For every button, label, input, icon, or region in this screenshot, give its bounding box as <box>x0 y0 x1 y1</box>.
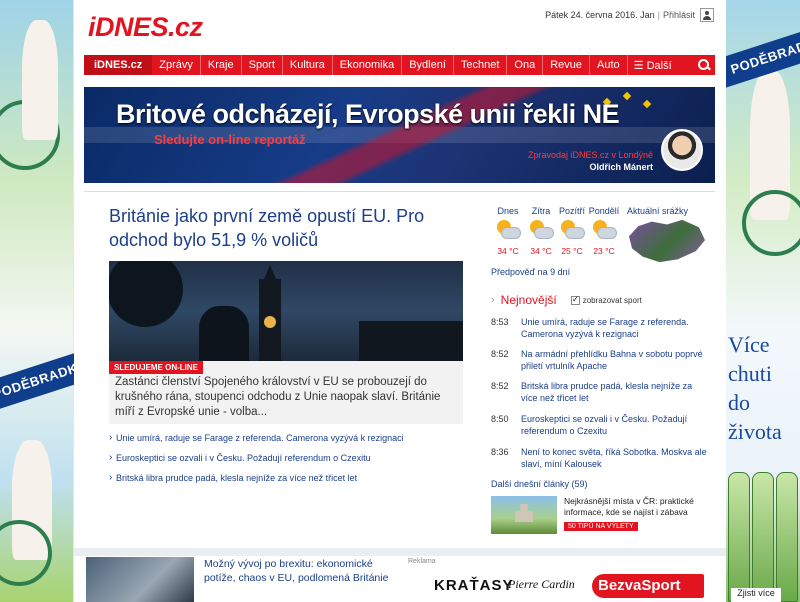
login-link[interactable]: Přihlásit <box>663 10 695 20</box>
hero-perex[interactable]: Zastánci členství Spojeného království v… <box>115 375 459 420</box>
nav-item-sport[interactable]: Sport <box>242 55 283 75</box>
bicycle-wheel-graphic <box>742 190 800 256</box>
weather-day-label: Zítra <box>531 206 551 216</box>
news-time: 8:36 <box>491 447 509 457</box>
nav-item-kultura[interactable]: Kultura <box>283 55 333 75</box>
castle-thumbnail <box>491 496 557 534</box>
statue-silhouette <box>199 306 249 361</box>
eu-star-icon <box>622 91 632 101</box>
news-time: 8:52 <box>491 381 509 391</box>
right-side-ad[interactable] <box>726 0 800 602</box>
user-bar: Pátek 24. června 2016. Jan | Přihlásit <box>545 8 714 22</box>
bottle-graphic <box>728 472 750 602</box>
clock-face <box>264 316 276 328</box>
nav-more-menu[interactable]: ☰ Další <box>628 59 672 72</box>
newest-title[interactable]: Nejnovější <box>501 293 557 307</box>
partly-cloudy-icon <box>528 220 554 242</box>
trees-silhouette <box>109 261 199 331</box>
nav-item-auto[interactable]: Auto <box>590 55 628 75</box>
bottom-headline[interactable]: Možný vývoj po brexitu: ekonomické potíž… <box>204 557 394 585</box>
nav-item-zpravy[interactable]: Zprávy <box>152 55 201 75</box>
reporter-name: Oldřich Mánert <box>589 162 653 172</box>
news-headline[interactable]: Na armádní přehlídku Bahna v sobotu popr… <box>521 348 711 372</box>
hero-photo <box>109 261 463 361</box>
nav-item-revue[interactable]: Revue <box>543 55 591 75</box>
news-headline[interactable]: Není to konec světa, říká Sobotka. Moskv… <box>521 446 711 470</box>
news-headline[interactable]: Unie umírá, raduje se Farage z referenda… <box>521 316 711 340</box>
nav-item-ona[interactable]: Ona <box>507 55 544 75</box>
chevron-right-icon: › <box>491 294 495 306</box>
show-sport-label: zobrazovat sport <box>582 295 642 305</box>
more-today-link[interactable]: Další dnešní články (59) <box>491 479 588 489</box>
parliament-silhouette <box>359 321 463 361</box>
news-headline[interactable]: Britská libra prudce padá, klesla nejníž… <box>521 380 711 404</box>
news-time: 8:52 <box>491 349 509 359</box>
related-link[interactable]: Euroskeptici se ozvali i v Česku. Požadu… <box>109 452 469 463</box>
related-link[interactable]: Britská libra prudce padá, klesla nejníž… <box>109 472 469 483</box>
rain-map[interactable] <box>629 219 705 263</box>
main-nav: iDNES.cz Zprávy Kraje Sport Kultura Ekon… <box>84 55 715 75</box>
site-logo[interactable]: iDNES.cz <box>88 12 203 43</box>
weather-day-label: Pondělí <box>588 206 620 216</box>
rain-map-label: Aktuální srážky <box>627 206 689 216</box>
news-time: 8:50 <box>491 414 509 424</box>
left-side-ad[interactable] <box>0 0 73 602</box>
nav-item-technet[interactable]: Technet <box>454 55 508 75</box>
reporter-role: Zpravodaj iDNES.cz v Londýně <box>527 150 653 160</box>
news-headline[interactable]: Euroskeptici se ozvali i v Česku. Požadu… <box>521 413 711 437</box>
hero-article[interactable]: SLEDUJEME ON-LINE Zastánci členství Spoj… <box>109 261 463 424</box>
eu-star-icon <box>642 99 652 109</box>
nav-item-kraje[interactable]: Kraje <box>201 55 242 75</box>
nav-home[interactable]: iDNES.cz <box>84 55 153 75</box>
bottle-graphic <box>752 472 774 602</box>
newest-header: › Nejnovější zobrazovat sport <box>491 293 715 307</box>
related-link[interactable]: Unie umírá, raduje se Farage z referenda… <box>109 432 469 443</box>
weather-temp: 23 °C <box>593 246 615 256</box>
weather-day-label: Dnes <box>497 206 519 216</box>
ad-kratasy[interactable]: KRAŤASY <box>434 577 514 594</box>
divider <box>84 191 715 192</box>
reporter-avatar <box>661 129 703 171</box>
sunny-icon <box>495 220 521 242</box>
ad-model-graphic <box>22 20 58 140</box>
ad-pierre-cardin[interactable]: Pierre Cardin <box>508 577 575 592</box>
main-headline[interactable]: Británie jako první země opustí EU. Pro … <box>109 204 454 252</box>
banner-title: Britové odcházejí, Evropské unii řekli N… <box>116 99 620 129</box>
nav-item-bydleni[interactable]: Bydlení <box>402 55 454 75</box>
banner-reporter: Zpravodaj iDNES.cz v Londýně Oldřich Mán… <box>528 149 653 173</box>
current-date: Pátek 24. června 2016. Jan <box>545 10 655 20</box>
right-ad-slogan: Více chuti do života <box>728 332 782 444</box>
section-separator <box>74 548 726 556</box>
bottle-graphic <box>776 472 798 602</box>
weather-temp: 34 °C <box>530 246 552 256</box>
show-sport-checkbox[interactable] <box>570 294 580 305</box>
right-ad-cta[interactable]: Zjisti více <box>731 588 781 602</box>
storm-icon <box>559 220 585 242</box>
banner-subtitle: Sledujte on-line reportáž <box>154 132 306 147</box>
article-thumbnail[interactable] <box>86 557 194 602</box>
weather-temp: 34 °C <box>497 246 519 256</box>
nav-item-ekonomika[interactable]: Ekonomika <box>333 55 403 75</box>
partly-cloudy-icon <box>591 220 617 242</box>
related-links: Unie umírá, raduje se Farage z referenda… <box>109 432 469 493</box>
forecast-link[interactable]: Předpověď na 9 dní <box>491 267 570 277</box>
main-page: iDNES.cz Pátek 24. června 2016. Jan | Př… <box>74 0 726 602</box>
live-tag: SLEDUJEME ON-LINE <box>109 361 204 374</box>
news-time: 8:53 <box>491 317 509 327</box>
weather-day-label: Pozítří <box>558 206 585 216</box>
tip-button[interactable]: 50 TIPŮ NA VÝLETY <box>564 522 638 531</box>
search-icon[interactable] <box>693 55 715 75</box>
trip-tip-promo[interactable]: Nejkrásnější místa v ČR: praktické infor… <box>491 496 717 534</box>
user-icon[interactable] <box>700 8 714 22</box>
tip-text[interactable]: Nejkrásnější místa v ČR: praktické infor… <box>564 496 714 518</box>
ad-label: Reklama <box>408 558 436 565</box>
brexit-banner[interactable]: Britové odcházejí, Evropské unii řekli N… <box>84 87 715 183</box>
ad-bezvasport[interactable]: BezvaSport <box>592 574 704 598</box>
weather-temp: 25 °C <box>561 246 583 256</box>
separator: | <box>657 10 660 20</box>
